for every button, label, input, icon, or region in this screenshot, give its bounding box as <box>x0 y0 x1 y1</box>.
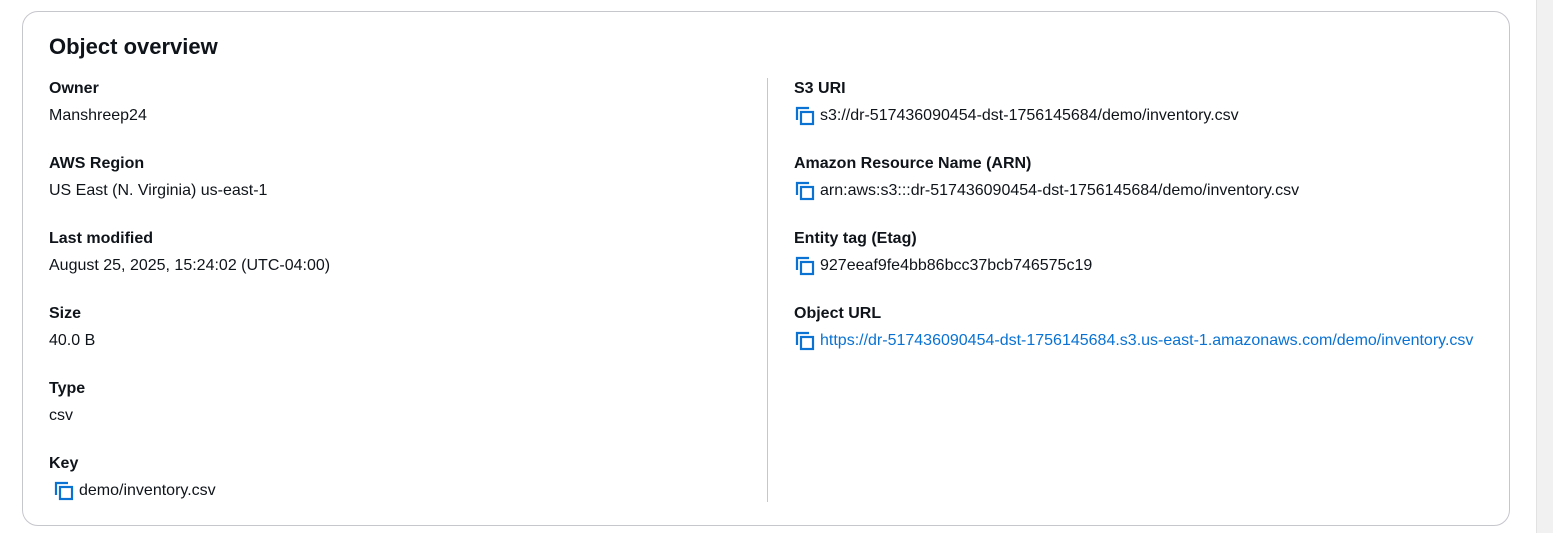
copy-icon[interactable] <box>794 255 816 277</box>
key-field: Key demo/inventory.csv <box>49 453 759 528</box>
copy-icon[interactable] <box>794 105 816 127</box>
type-field: Type csv <box>49 378 759 453</box>
size-label: Size <box>49 305 82 322</box>
object-url-label: Object URL <box>794 305 882 322</box>
copy-icon[interactable] <box>794 330 816 352</box>
s3-uri-copy-row: s3://dr-517436090454-dst-1756145684/demo… <box>794 103 1494 128</box>
object-url-field: Object URL https://dr-517436090454-dst-1… <box>794 303 1494 378</box>
s3-uri-label: S3 URI <box>794 80 846 97</box>
page: Object overview Owner Manshreep24 AWS Re… <box>0 0 1553 533</box>
copy-icon[interactable] <box>53 480 75 502</box>
copy-icon[interactable] <box>794 180 816 202</box>
etag-copy-row: 927eeaf9fe4bb86bcc37bcb746575c19 <box>794 253 1494 278</box>
last-modified-field: Last modified August 25, 2025, 15:24:02 … <box>49 228 759 303</box>
owner-label: Owner <box>49 80 99 97</box>
arn-value: arn:aws:s3:::dr-517436090454-dst-1756145… <box>820 182 1300 199</box>
owner-field: Owner Manshreep24 <box>49 78 759 153</box>
size-value: 40.0 B <box>49 332 96 349</box>
s3-uri-field: S3 URI s3://dr-517436090454-dst-17561456… <box>794 78 1494 153</box>
etag-label: Entity tag (Etag) <box>794 230 917 247</box>
etag-value: 927eeaf9fe4bb86bcc37bcb746575c19 <box>820 257 1093 274</box>
size-field: Size 40.0 B <box>49 303 759 378</box>
s3-uri-value: s3://dr-517436090454-dst-1756145684/demo… <box>820 107 1239 124</box>
region-label: AWS Region <box>49 155 145 172</box>
type-value: csv <box>49 407 73 424</box>
region-field: AWS Region US East (N. Virginia) us-east… <box>49 153 759 228</box>
key-label: Key <box>49 455 79 472</box>
key-value: demo/inventory.csv <box>79 482 216 499</box>
arn-label: Amazon Resource Name (ARN) <box>794 155 1032 172</box>
last-modified-label: Last modified <box>49 230 154 247</box>
object-url-link[interactable]: https://dr-517436090454-dst-1756145684.s… <box>820 328 1473 353</box>
column-divider <box>767 78 768 502</box>
region-value: US East (N. Virginia) us-east-1 <box>49 182 268 199</box>
vertical-scrollbar[interactable] <box>1536 0 1553 533</box>
owner-value: Manshreep24 <box>49 107 147 124</box>
scrollbar-edge <box>1536 0 1537 533</box>
right-column: S3 URI s3://dr-517436090454-dst-17561456… <box>794 78 1494 378</box>
left-column: Owner Manshreep24 AWS Region US East (N.… <box>49 78 759 528</box>
last-modified-value: August 25, 2025, 15:24:02 (UTC-04:00) <box>49 257 331 274</box>
object-url-copy-row: https://dr-517436090454-dst-1756145684.s… <box>794 328 1494 353</box>
key-copy-row: demo/inventory.csv <box>53 478 759 503</box>
arn-field: Amazon Resource Name (ARN) arn:aws:s3:::… <box>794 153 1494 228</box>
card-title: Object overview <box>49 34 218 59</box>
etag-field: Entity tag (Etag) 927eeaf9fe4bb86bcc37bc… <box>794 228 1494 303</box>
object-overview-card: Object overview Owner Manshreep24 AWS Re… <box>22 11 1510 526</box>
type-label: Type <box>49 380 86 397</box>
arn-copy-row: arn:aws:s3:::dr-517436090454-dst-1756145… <box>794 178 1494 203</box>
